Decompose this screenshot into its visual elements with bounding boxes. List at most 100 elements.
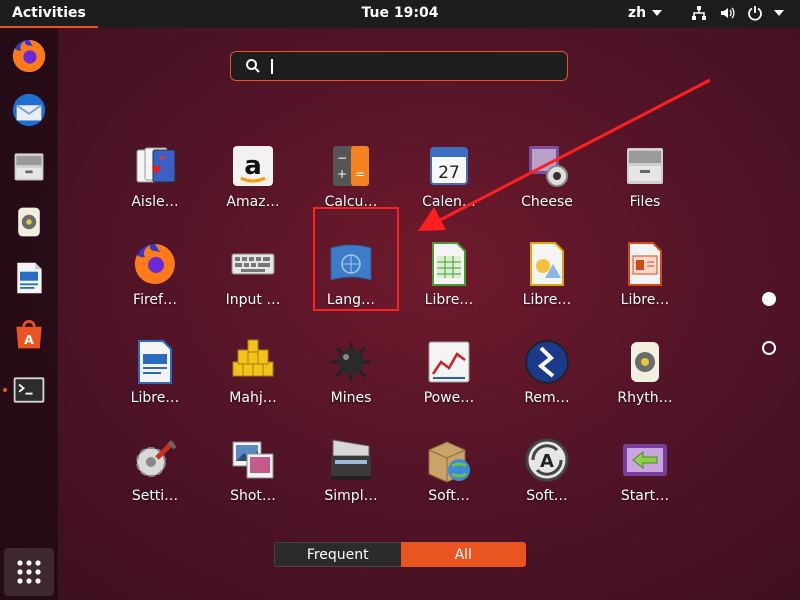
network-icon <box>690 4 708 22</box>
running-indicator <box>3 388 7 392</box>
app-label: Cheese <box>521 194 573 210</box>
app-libreoffice-calc[interactable]: Libre… <box>404 236 494 322</box>
grid-icon <box>17 560 41 584</box>
app-label: Libre… <box>424 292 474 308</box>
svg-text:=: = <box>355 167 365 181</box>
dock-firefox[interactable] <box>9 36 49 76</box>
calculator-icon: − + = <box>333 146 369 186</box>
software-properties-icon <box>428 441 470 483</box>
app-amazon[interactable]: a Amaz… <box>208 138 298 224</box>
app-label: Mines <box>330 390 372 406</box>
app-label: Soft… <box>428 488 470 504</box>
app-files[interactable]: Files <box>600 138 690 224</box>
dock-terminal[interactable] <box>9 370 49 410</box>
clock-button[interactable]: Tue 19:04 <box>362 5 439 21</box>
app-label: Calen… <box>422 194 476 210</box>
svg-text:−: − <box>337 151 347 165</box>
mine-icon <box>331 342 371 382</box>
page-indicator-1[interactable] <box>762 292 776 306</box>
app-label: Shot… <box>230 488 276 504</box>
tab-all[interactable]: All <box>400 542 526 567</box>
app-software-properties[interactable]: Soft… <box>404 432 494 518</box>
app-label: Libre… <box>130 390 180 406</box>
volume-icon <box>718 4 736 22</box>
rhythmbox-icon <box>631 342 659 382</box>
rhythmbox-icon <box>18 207 40 237</box>
language-indicator[interactable]: zh <box>628 5 663 21</box>
dock-rhythmbox[interactable] <box>9 202 49 242</box>
app-aisleriot[interactable]: ♥ Aisle… <box>110 138 200 224</box>
show-applications-button[interactable] <box>4 548 54 596</box>
startup-disk-icon <box>623 444 667 476</box>
highlight-box <box>313 207 399 311</box>
app-mahjongg[interactable]: Mahj… <box>208 334 298 420</box>
system-menu[interactable] <box>690 4 784 22</box>
app-label: Firef… <box>133 292 177 308</box>
app-rhythmbox[interactable]: Rhyth… <box>600 334 690 420</box>
keyboard-icon <box>231 253 275 275</box>
app-power-statistics[interactable]: Powe… <box>404 334 494 420</box>
firefox-icon <box>134 244 175 284</box>
webcam-icon <box>529 146 568 187</box>
view-switcher: Frequent All <box>274 542 526 567</box>
dock-writer[interactable] <box>9 258 49 298</box>
libreoffice-writer-icon <box>17 262 42 294</box>
app-label: Rem… <box>524 390 570 406</box>
svg-text:A: A <box>24 332 34 347</box>
files-icon <box>14 153 44 181</box>
app-input-method[interactable]: Input … <box>208 236 298 322</box>
app-label: Libre… <box>620 292 670 308</box>
power-icon <box>746 4 764 22</box>
app-software-updater[interactable]: A Soft… <box>502 432 592 518</box>
app-cheese[interactable]: Cheese <box>502 138 592 224</box>
amazon-icon: a <box>233 146 273 186</box>
app-label: Powe… <box>423 390 475 406</box>
language-label: zh <box>628 5 647 21</box>
app-libreoffice-writer[interactable]: Libre… <box>110 334 200 420</box>
dock: A <box>0 28 58 600</box>
software-updater-icon: A <box>525 438 569 482</box>
terminal-icon <box>13 377 45 403</box>
app-label: Setti… <box>131 488 179 504</box>
firefox-icon <box>12 39 46 73</box>
calendar-day: 27 <box>438 163 460 183</box>
search-box[interactable] <box>230 51 568 81</box>
libreoffice-writer-icon <box>138 340 172 384</box>
app-mines[interactable]: Mines <box>306 334 396 420</box>
svg-text:+: + <box>337 167 347 181</box>
app-label: Input … <box>225 292 281 308</box>
power-statistics-icon <box>428 341 470 383</box>
app-startup-disk-creator[interactable]: Start… <box>600 432 690 518</box>
app-libreoffice-impress[interactable]: Libre… <box>600 236 690 322</box>
search-input[interactable] <box>271 57 567 75</box>
text-cursor <box>271 59 273 74</box>
dock-files[interactable] <box>9 146 49 186</box>
clock-container: Tue 19:04 <box>0 5 800 21</box>
top-bar: Activities Tue 19:04 zh <box>0 0 800 28</box>
app-shotwell[interactable]: Shot… <box>208 432 298 518</box>
app-simple-scan[interactable]: Simpl… <box>306 432 396 518</box>
dock-thunderbird[interactable] <box>9 90 49 130</box>
app-remmina[interactable]: Rem… <box>502 334 592 420</box>
app-label: Aisle… <box>131 194 179 210</box>
thunderbird-icon <box>12 93 46 127</box>
svg-text:♥: ♥ <box>151 163 162 177</box>
software-icon: A <box>16 320 42 349</box>
files-icon <box>627 148 663 184</box>
app-settings[interactable]: Setti… <box>110 432 200 518</box>
dock-software[interactable]: A <box>9 314 49 354</box>
libreoffice-calc-icon <box>432 242 466 286</box>
tab-frequent[interactable]: Frequent <box>274 542 401 567</box>
app-calendar[interactable]: 27 Calen… <box>404 138 494 224</box>
app-firefox[interactable]: Firef… <box>110 236 200 322</box>
page-indicator-2[interactable] <box>762 341 776 355</box>
activities-button[interactable]: Activities <box>0 0 98 28</box>
settings-icon <box>136 440 177 477</box>
app-libreoffice-draw[interactable]: Libre… <box>502 236 592 322</box>
app-label: Start… <box>620 488 670 504</box>
app-label: Libre… <box>522 292 572 308</box>
scanner-icon <box>331 439 371 480</box>
chevron-down-icon <box>652 10 663 16</box>
app-label: Amaz… <box>226 194 280 210</box>
app-label: Rhyth… <box>617 390 673 406</box>
